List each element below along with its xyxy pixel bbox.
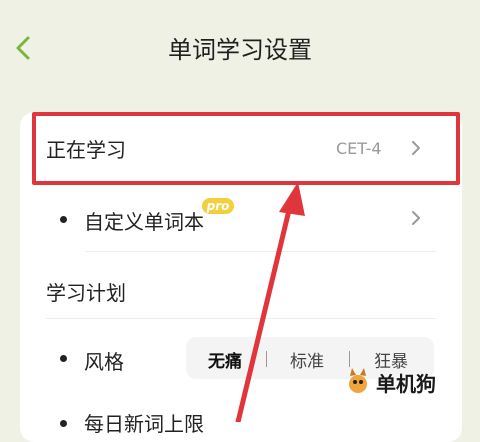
annotation-arrow-icon <box>235 182 305 422</box>
watermark-text: 单机狗 <box>376 372 436 396</box>
